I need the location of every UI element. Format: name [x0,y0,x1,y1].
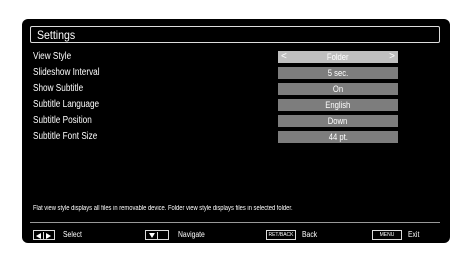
ret-back-key-label: RET/BACK [268,232,294,238]
settings-title-bar: Settings [30,26,440,43]
select-label: Select [63,230,82,239]
setting-label: Slideshow Interval [33,67,100,78]
setting-label: Show Subtitle [33,83,84,94]
setting-value: Folder [327,52,349,62]
setting-value: 44 pt. [328,132,348,142]
setting-label: View Style [33,51,72,62]
navigate-label: Navigate [178,230,205,239]
slideshow-interval-value[interactable]: 5 sec. [278,67,398,79]
setting-row-slideshow-interval[interactable]: Slideshow Interval 5 sec. [33,66,398,80]
setting-row-subtitle-language[interactable]: Subtitle Language English [33,98,398,112]
subtitle-font-size-value[interactable]: 44 pt. [278,131,398,143]
show-subtitle-value[interactable]: On [278,83,398,95]
back-label: Back [302,230,318,239]
subtitle-position-value[interactable]: Down [278,115,398,127]
help-description: Flat view style displays all files in re… [33,205,293,212]
left-arrow-icon[interactable]: < [281,51,287,63]
up-down-keys-icon [145,230,169,256]
view-style-selector[interactable]: < Folder > [278,51,398,63]
setting-value: On [332,84,344,94]
ret-back-key-icon: RET/BACK [266,230,296,240]
right-arrow-icon[interactable]: > [389,51,395,63]
setting-label: Subtitle Font Size [33,131,98,142]
setting-label: Subtitle Position [33,115,92,126]
exit-label: Exit [408,230,420,239]
setting-label: Subtitle Language [33,99,100,110]
menu-key-icon: MENU [372,230,402,240]
left-right-keys-icon [33,230,55,240]
setting-value: 5 sec. [327,68,349,78]
setting-value: Down [328,116,348,126]
footer-divider [30,222,440,223]
setting-row-view-style[interactable]: View Style < Folder > [33,50,398,64]
setting-row-show-subtitle[interactable]: Show Subtitle On [33,82,398,96]
subtitle-language-value[interactable]: English [278,99,398,111]
menu-key-label: MENU [379,232,395,238]
setting-row-subtitle-position[interactable]: Subtitle Position Down [33,114,398,128]
settings-title: Settings [37,28,76,42]
setting-row-subtitle-font-size[interactable]: Subtitle Font Size 44 pt. [33,130,398,144]
setting-value: English [325,100,351,110]
